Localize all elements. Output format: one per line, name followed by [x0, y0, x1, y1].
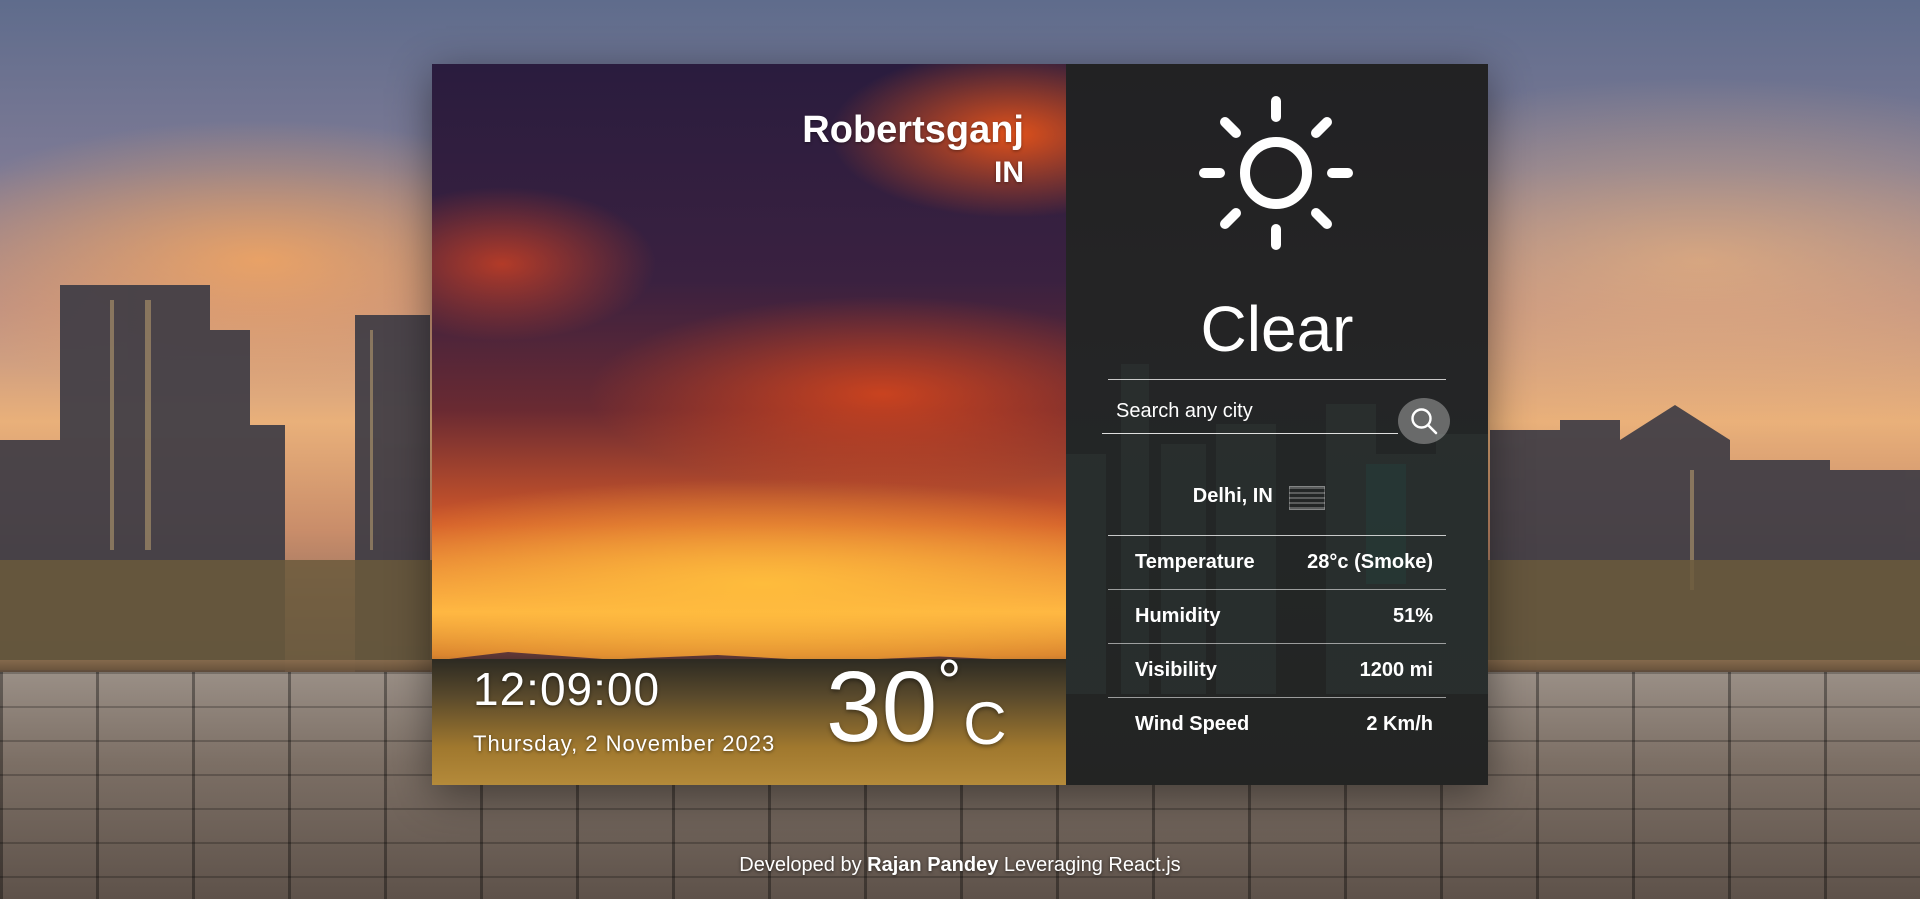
stat-row-visibility: Visibility 1200 mi — [1108, 643, 1446, 697]
flag-icon — [1289, 485, 1326, 510]
stat-row-temperature: Temperature 28°c (Smoke) — [1108, 535, 1446, 589]
current-temperature: 30 ° C — [826, 648, 1007, 763]
footer-prefix: Developed by — [739, 854, 862, 876]
location-block: Robertsganj IN — [802, 109, 1024, 191]
search-icon — [1411, 408, 1438, 435]
forecast-panel: Clear Delhi, IN Temperature 28°c (Smoke)… — [1066, 64, 1488, 785]
temperature-value: 30 — [826, 651, 938, 763]
footer-credit: Developed by Rajan Pandey Leveraging Rea… — [0, 854, 1920, 877]
search-result: Delhi, IN — [1066, 485, 1488, 510]
stat-label: Wind Speed — [1135, 713, 1250, 735]
stat-value: 28°c (Smoke) — [1307, 551, 1433, 573]
stat-value: 51% — [1392, 605, 1433, 627]
temperature-unit: C — [963, 690, 1007, 757]
sun-icon — [1199, 96, 1353, 250]
result-city: Delhi, IN — [1192, 485, 1273, 507]
country-code: IN — [994, 155, 1024, 189]
footer-suffix: Leveraging React.js — [1003, 854, 1181, 876]
stat-label: Humidity — [1135, 605, 1221, 627]
stat-value: 2 Km/h — [1366, 713, 1433, 735]
stat-value: 1200 mi — [1359, 659, 1433, 681]
city-name: Robertsganj — [802, 109, 1024, 151]
divider — [1108, 379, 1446, 380]
search-button[interactable] — [1398, 398, 1450, 444]
degree-symbol: ° — [937, 648, 962, 715]
sunset-panel: Robertsganj IN 12:09:00 Thursday, 2 Nove… — [432, 64, 1066, 785]
stat-row-wind-speed: Wind Speed 2 Km/h — [1108, 697, 1446, 751]
stat-label: Visibility — [1135, 659, 1217, 681]
current-date: Thursday, 2 November 2023 — [473, 731, 776, 756]
weather-stats: Temperature 28°c (Smoke) Humidity 51% Vi… — [1108, 535, 1446, 751]
city-search-input[interactable] — [1102, 390, 1398, 434]
footer-author: Rajan Pandey — [867, 854, 999, 876]
stat-label: Temperature — [1135, 551, 1255, 573]
current-time: 12:09:00 — [473, 663, 661, 715]
weather-condition: Clear — [1200, 293, 1354, 365]
weather-card: Robertsganj IN 12:09:00 Thursday, 2 Nove… — [432, 64, 1488, 785]
stat-row-humidity: Humidity 51% — [1108, 589, 1446, 643]
